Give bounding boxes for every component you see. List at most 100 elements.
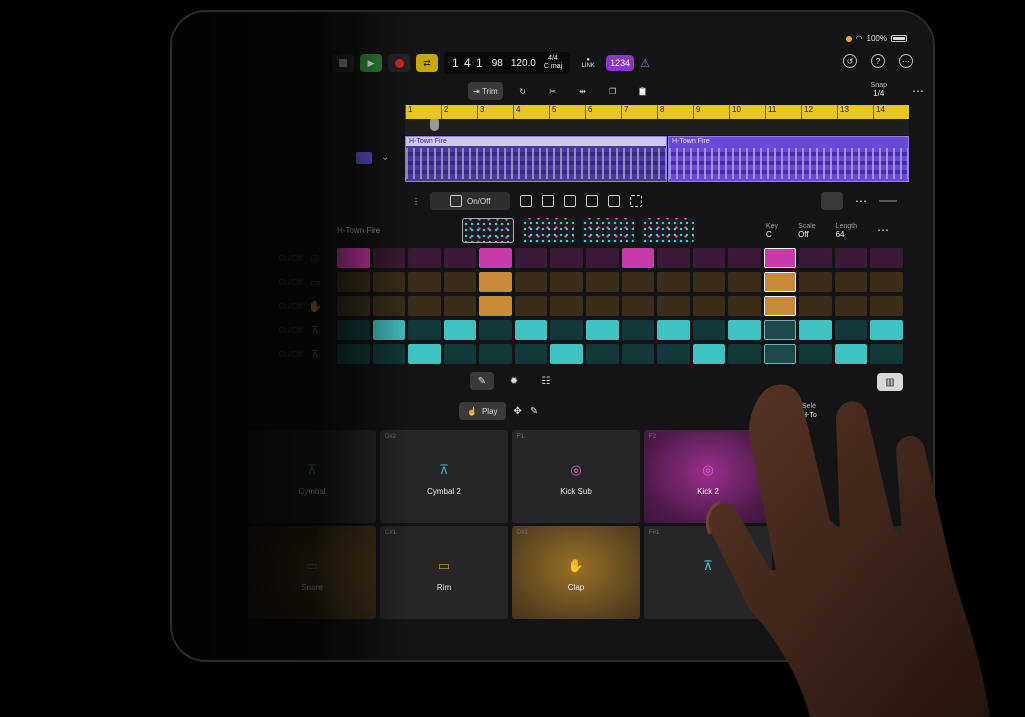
step-cell[interactable] xyxy=(514,344,548,364)
cycle-button[interactable]: ⇄ xyxy=(416,54,438,72)
step-cell[interactable] xyxy=(550,296,583,316)
more-options-icon[interactable]: ⋯ xyxy=(899,54,913,68)
help-icon[interactable]: ? xyxy=(871,54,885,68)
step-cell[interactable] xyxy=(479,272,512,292)
step-cell[interactable] xyxy=(337,320,370,340)
step-cell[interactable] xyxy=(692,320,726,340)
step-cell[interactable] xyxy=(443,248,477,268)
step-cell[interactable] xyxy=(763,344,797,364)
step-cell[interactable] xyxy=(372,296,406,316)
velocity-icon[interactable] xyxy=(520,195,533,207)
step-cell[interactable] xyxy=(408,344,441,364)
step-cell[interactable] xyxy=(692,248,726,268)
key-control[interactable]: Key C xyxy=(766,223,778,239)
step-cell[interactable] xyxy=(337,272,370,292)
step-cell[interactable] xyxy=(550,272,583,292)
kit-selector[interactable]: Sele H-To xyxy=(802,402,817,420)
step-cell[interactable] xyxy=(550,344,583,364)
step-cell[interactable] xyxy=(585,272,619,292)
step-cell[interactable] xyxy=(834,248,868,268)
step-cell[interactable] xyxy=(728,272,761,292)
pencil-icon[interactable]: ✎ xyxy=(470,372,494,390)
seq-more-icon[interactable]: ⋯ xyxy=(855,194,867,208)
step-cell[interactable] xyxy=(763,320,797,340)
record-button[interactable] xyxy=(388,54,410,72)
step-cell[interactable] xyxy=(443,344,477,364)
step-cell[interactable] xyxy=(834,296,868,316)
pattern-page-1[interactable] xyxy=(462,218,514,243)
step-cell[interactable] xyxy=(408,320,441,340)
step-cell[interactable] xyxy=(621,320,655,340)
select-icon[interactable] xyxy=(630,195,643,207)
count-in-button[interactable]: 1234 xyxy=(606,55,635,71)
pattern-more-icon[interactable]: ⋯ xyxy=(877,223,889,239)
pattern-page-2[interactable] xyxy=(522,218,574,243)
quick-help-icon[interactable]: ↺ xyxy=(843,54,857,68)
drum-pad[interactable]: F#1 ⊼ xyxy=(644,526,772,619)
step-cell[interactable] xyxy=(834,320,868,340)
lcd-display[interactable]: 1 4 1 98 120.0 4/4 C maj xyxy=(444,52,571,74)
step-cell[interactable] xyxy=(834,272,868,292)
drum-pad[interactable]: F1 ◎ Kick Sub xyxy=(512,430,640,523)
step-cell[interactable] xyxy=(443,320,477,340)
drum-pad[interactable]: C#1 ▭ Rim xyxy=(380,526,508,619)
timeline-ruler[interactable]: 1 2 3 4 5 6 7 8 9 10 11 12 13 14 xyxy=(405,105,909,119)
paste-button[interactable]: 📋 xyxy=(633,82,653,100)
resize-handle[interactable] xyxy=(879,200,897,202)
step-cell[interactable] xyxy=(728,320,761,340)
length-control[interactable]: Length 64 xyxy=(836,223,857,239)
step-cell[interactable] xyxy=(834,344,868,364)
step-cell[interactable] xyxy=(408,248,441,268)
step-cell[interactable] xyxy=(372,320,406,340)
step-cell[interactable] xyxy=(514,296,548,316)
step-cell[interactable] xyxy=(657,248,690,268)
step-cell[interactable] xyxy=(514,272,548,292)
join-tool-button[interactable]: ⇹ xyxy=(573,82,593,100)
gate-icon[interactable] xyxy=(542,195,555,207)
step-cell[interactable] xyxy=(870,320,903,340)
step-cell[interactable] xyxy=(870,248,903,268)
brightness-icon[interactable]: ✹ xyxy=(502,372,526,390)
step-cell[interactable] xyxy=(621,344,655,364)
step-cell[interactable] xyxy=(443,272,477,292)
pencil-icon[interactable]: ✎ xyxy=(530,406,538,417)
playhead-handle[interactable] xyxy=(430,119,439,131)
link-button[interactable]: ● LINK xyxy=(576,57,600,69)
step-cell[interactable] xyxy=(337,344,370,364)
drum-pad[interactable]: D#2 ⊼ Cymbal 2 xyxy=(380,430,508,523)
row-header-cymbal[interactable]: On/Off ⊼ xyxy=(202,343,322,365)
drum-pad[interactable]: D#1 ✋ Clap xyxy=(512,526,640,619)
step-cell[interactable] xyxy=(870,296,903,316)
scissors-tool-button[interactable]: ✂ xyxy=(543,82,563,100)
step-cell[interactable] xyxy=(728,248,761,268)
play-button[interactable]: ▶ xyxy=(360,54,382,72)
drum-pad[interactable]: ⊼ Cymbal xyxy=(248,430,376,523)
drum-machine-track-icon[interactable] xyxy=(356,152,372,164)
step-cell[interactable] xyxy=(657,296,690,316)
step-cell[interactable] xyxy=(337,248,370,268)
add-step-icon[interactable] xyxy=(564,195,577,207)
drum-pad[interactable]: ▭ Snare xyxy=(248,526,376,619)
scale-control[interactable]: Scale Off xyxy=(798,223,816,239)
stop-button[interactable] xyxy=(332,54,354,72)
step-cell[interactable] xyxy=(657,344,690,364)
row-header-clap[interactable]: On/Off ✋ xyxy=(202,295,322,317)
edit-more-icon[interactable]: ⋯ xyxy=(912,84,925,98)
region-h-town-fire-1[interactable]: H-Town Fire xyxy=(405,136,667,182)
step-cell[interactable] xyxy=(621,272,655,292)
step-cell[interactable] xyxy=(692,344,726,364)
step-cell[interactable] xyxy=(621,296,655,316)
step-cell[interactable] xyxy=(337,296,370,316)
row-header-kick[interactable]: On/Off ◎ xyxy=(202,247,322,269)
loop-settings-button[interactable] xyxy=(821,192,843,210)
row-header-hihat[interactable]: On/Off ⊼ xyxy=(202,319,322,341)
step-cell[interactable] xyxy=(479,296,512,316)
step-cell[interactable] xyxy=(550,320,583,340)
step-cell[interactable] xyxy=(479,248,512,268)
step-cell[interactable] xyxy=(870,272,903,292)
step-cell[interactable] xyxy=(585,344,619,364)
piano-keys-icon[interactable]: ▥ xyxy=(877,373,903,391)
chevron-down-icon[interactable]: ⌄ xyxy=(381,152,389,163)
image-mode-icon[interactable] xyxy=(608,195,621,207)
step-cell[interactable] xyxy=(585,320,619,340)
